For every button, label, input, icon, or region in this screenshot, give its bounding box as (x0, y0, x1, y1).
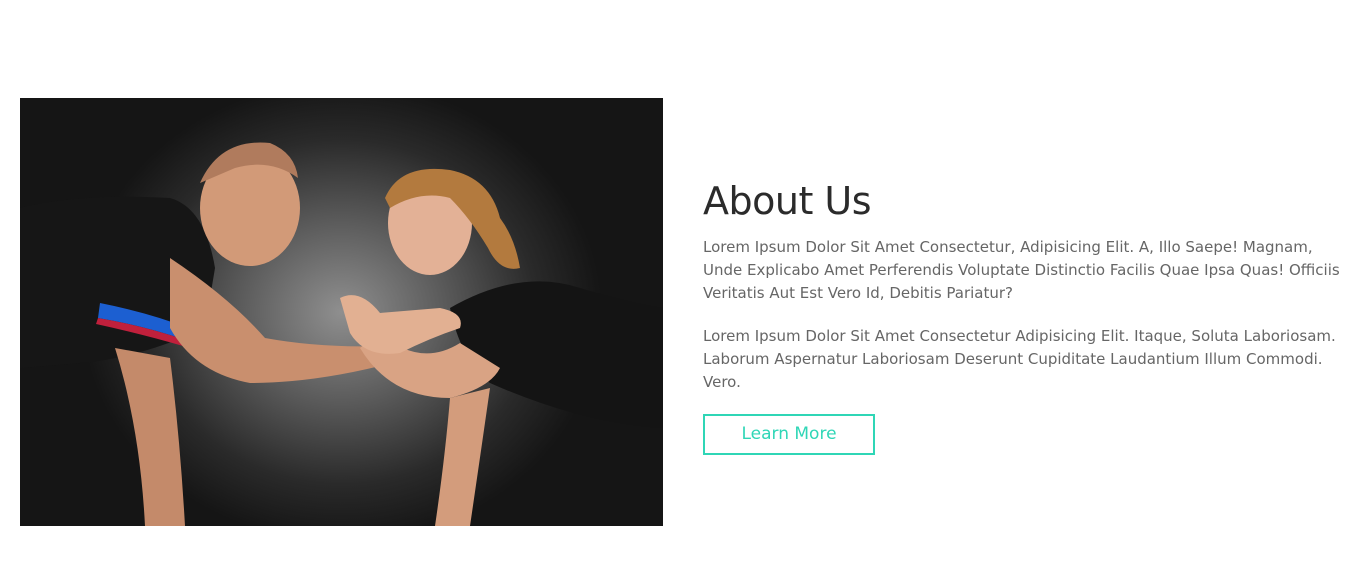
about-title: About Us (703, 179, 872, 223)
about-section: About Us Lorem Ipsum Dolor Sit Amet Cons… (703, 178, 1343, 455)
learn-more-button[interactable]: Learn More (703, 414, 875, 455)
fitness-couple-illustration (20, 142, 663, 526)
about-paragraph-2: Lorem Ipsum Dolor Sit Amet Consectetur A… (703, 327, 1336, 391)
about-photo (20, 98, 663, 526)
about-paragraph-1: Lorem Ipsum Dolor Sit Amet Consectetur, … (703, 238, 1340, 302)
